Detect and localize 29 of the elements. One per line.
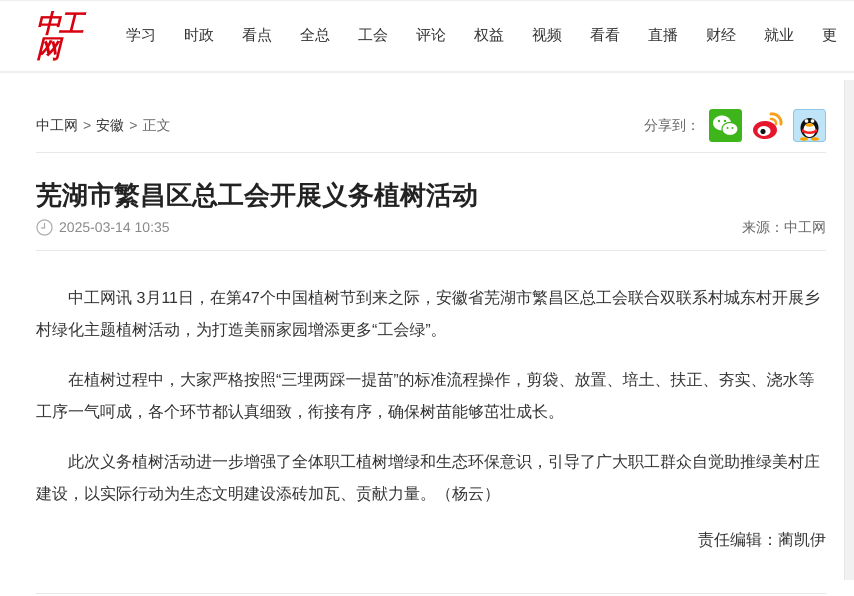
nav-link[interactable]: 时政: [184, 24, 216, 48]
breadcrumb-separator: >: [129, 116, 138, 135]
nav-link[interactable]: 直播: [648, 24, 680, 48]
publish-time: 2025-03-14 10:35: [59, 218, 170, 237]
article-source: 来源：中工网: [742, 218, 826, 237]
nav-link[interactable]: 权益: [474, 24, 506, 48]
article-paragraph: 此次义务植树活动进一步增强了全体职工植树增绿和生态环保意识，引导了广大职工群众自觉助推绿美村庄建设，以实际行动为生态文明建设添砖加瓦、贡献力量。（杨云）: [36, 452, 821, 505]
editor-credit: 责任编辑：蔺凯伊: [698, 530, 826, 551]
article-paragraph: 在植树过程中，大家严格按照“三埋两踩一提苗”的标准流程操作，剪袋、放置、培土、扶正、夯实、浇水等工序一气呵成，各个环节都认真细致，衔接有序，确保树苗能够茁壮成长。: [36, 370, 816, 423]
nav-link[interactable]: 工会: [358, 24, 390, 48]
chat-bubbles-icon[interactable]: [709, 109, 742, 142]
nav-link[interactable]: 视频: [532, 24, 564, 48]
nav-link[interactable]: 看点: [242, 24, 274, 48]
penguin-icon[interactable]: [793, 109, 826, 142]
nav-link[interactable]: 更: [822, 24, 854, 48]
nav-link[interactable]: 看看: [590, 24, 622, 48]
nav-link[interactable]: 就业: [764, 24, 796, 48]
nav-link[interactable]: 评论: [416, 24, 448, 48]
article-title: 芜湖市繁昌区总工会开展义务植树活动: [36, 179, 479, 212]
breadcrumb-link[interactable]: 安徽: [96, 115, 124, 136]
nav-link[interactable]: 学习: [126, 24, 158, 48]
article-paragraph: 中工网讯 3月11日，在第47个中国植树节到来之际，安徽省芜湖市繁昌区总工会联合双联系村城东村开展乡村绿化主题植树活动，为打造美丽家园增添更多“工会绿”。: [36, 288, 821, 341]
share-label: 分享到：: [644, 116, 700, 135]
nav-link[interactable]: 全总: [300, 24, 332, 48]
breadcrumb-separator: >: [83, 116, 92, 135]
nav-link[interactable]: 财经: [706, 24, 738, 48]
breadcrumb-link[interactable]: 正文: [142, 115, 170, 136]
clock-icon: [36, 219, 53, 236]
breadcrumb-link[interactable]: 中工网: [36, 115, 78, 136]
